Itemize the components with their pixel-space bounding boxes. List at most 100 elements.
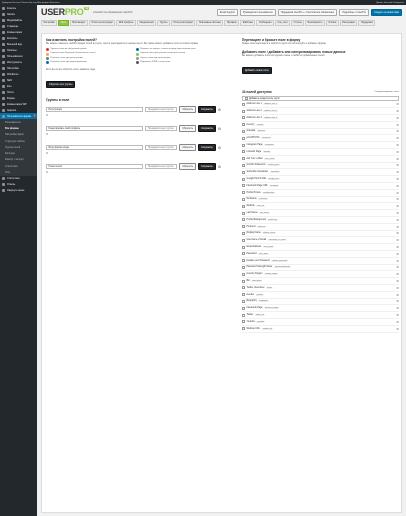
field-item[interactable]: Twitter Username twitter ⚙ <box>242 285 399 292</box>
gear-icon[interactable]: ⚙ <box>396 170 399 174</box>
tab-3[interactable]: Поля в регистрации <box>88 20 116 26</box>
gear-icon[interactable]: ⚙ <box>396 293 399 297</box>
tab-17[interactable]: Поддержка <box>358 20 376 26</box>
sync-fields-link[interactable]: Синхронизировать поля <box>375 91 400 93</box>
field-checkbox[interactable] <box>242 143 245 147</box>
header-button-3[interactable]: Подробнее о UserPro <box>339 8 369 16</box>
field-checkbox[interactable] <box>242 170 245 174</box>
gear-icon[interactable]: ⚙ <box>396 272 399 276</box>
reset-group-button[interactable]: Сбросить <box>179 144 196 152</box>
tab-1[interactable]: Поля <box>58 20 69 26</box>
tab-9[interactable]: Профиль <box>224 20 240 26</box>
tab-12[interactable]: Соц. сети <box>274 20 291 26</box>
field-item[interactable]: Instagram Page instagram ⚙ <box>242 142 399 149</box>
field-item[interactable]: reCAPTCHA recaptcha ⚙ <box>242 135 399 143</box>
field-checkbox[interactable] <box>242 102 245 106</box>
gear-icon[interactable]: ⚙ <box>396 252 399 256</box>
gear-icon[interactable]: ⚙ <box>396 102 399 106</box>
field-checkbox[interactable] <box>242 265 245 269</box>
field-item[interactable]: Last Name last_name ⚙ <box>242 210 399 217</box>
tab-10[interactable]: Шаблоны <box>240 20 256 26</box>
gear-icon[interactable]: ⚙ <box>396 218 399 222</box>
separator-checkbox[interactable] <box>244 97 248 101</box>
gear-icon[interactable]: ⚙ <box>396 265 399 269</box>
field-checkbox[interactable] <box>242 313 245 317</box>
gear-icon[interactable]: ⚙ <box>218 108 221 112</box>
group-name-input[interactable]: Показ полей <box>46 164 144 170</box>
tab-2[interactable]: Мой аккаунт <box>69 20 88 26</box>
gear-icon[interactable]: ⚙ <box>396 306 399 310</box>
field-checkbox[interactable] <box>242 293 245 297</box>
gear-icon[interactable]: ⚙ <box>396 109 399 113</box>
field-item[interactable]: Gender gender ⚙ <box>242 292 399 299</box>
gear-icon[interactable]: ⚙ <box>396 313 399 317</box>
reset-groups-button[interactable]: Сбросить все группы <box>46 81 76 89</box>
gear-icon[interactable]: ⚙ <box>396 143 399 147</box>
tab-16[interactable]: Интеграции <box>339 20 358 26</box>
field-item[interactable]: Youtube youtube ⚙ <box>242 319 399 326</box>
field-item[interactable]: Gravatar gravatar ⚙ <box>242 129 399 136</box>
field-checkbox[interactable] <box>242 306 245 310</box>
header-button-4[interactable]: Следить за новостями <box>370 8 402 16</box>
gear-icon[interactable]: ⚙ <box>396 123 399 127</box>
header-button-0[interactable]: Email Support <box>216 8 238 16</box>
gear-icon[interactable]: ⚙ <box>396 211 399 215</box>
field-checkbox[interactable] <box>242 129 245 133</box>
header-button-2[interactable]: Поддержка UserPro + 1 бесплатное обновле… <box>277 8 338 16</box>
header-button-1[interactable]: Руководство пользователя <box>239 8 276 16</box>
field-item[interactable]: Country country ⚙ <box>242 122 399 129</box>
field-item[interactable]: Google Plus Profile google_plus ⚙ <box>242 176 399 183</box>
field-item[interactable]: Email Address user_email ⚙ <box>242 244 399 251</box>
field-checkbox[interactable] <box>242 327 245 331</box>
field-checkbox[interactable] <box>242 299 245 303</box>
save-group-button[interactable]: Сохранить <box>197 144 216 152</box>
field-item[interactable]: Address Line 1 address_line_1 ⚙ <box>242 101 399 109</box>
gear-icon[interactable]: ⚙ <box>396 225 399 229</box>
group-prefix-input[interactable]: Предварительно группы <box>145 145 178 151</box>
save-group-button[interactable]: Сохранить <box>197 125 216 133</box>
gear-icon[interactable]: ⚙ <box>396 245 399 249</box>
reset-group-button[interactable]: Сбросить <box>179 163 196 171</box>
field-checkbox[interactable] <box>242 252 245 256</box>
field-checkbox[interactable] <box>242 286 245 290</box>
gear-icon[interactable]: ⚙ <box>396 259 399 263</box>
tab-4[interactable]: Мой профиль <box>116 20 136 26</box>
field-item[interactable]: Ask Your e-Mail user_email ⚙ <box>242 156 399 163</box>
group-prefix-input[interactable]: Предварительно группы <box>145 164 178 170</box>
reset-group-button[interactable]: Сбросить <box>179 125 196 133</box>
sidebar-bottom-1[interactable]: Свернуть меню <box>0 188 37 194</box>
field-item[interactable]: Pinterest pinterest ⚙ <box>242 224 399 231</box>
gear-icon[interactable]: ⚙ <box>396 279 399 283</box>
save-group-button[interactable]: Сохранить <box>197 106 216 114</box>
tab-15[interactable]: Оплата <box>325 20 339 26</box>
field-item[interactable]: Nickname nickname ⚙ <box>242 197 399 204</box>
field-item[interactable]: Password user_pass ⚙ <box>242 251 399 258</box>
field-checkbox[interactable] <box>242 177 245 181</box>
tab-6[interactable]: Группы <box>157 20 170 26</box>
group-prefix-input[interactable]: Предварительно группы <box>145 126 178 132</box>
tab-14[interactable]: Безопасность <box>305 20 325 26</box>
field-checkbox[interactable] <box>242 109 245 113</box>
field-item[interactable]: Twitter twitter_url ⚙ <box>242 312 399 319</box>
field-checkbox[interactable] <box>242 211 245 215</box>
gear-icon[interactable]: ⚙ <box>396 204 399 208</box>
field-checkbox[interactable] <box>242 150 245 154</box>
group-name-input[interactable]: Вход формы входа <box>46 145 144 151</box>
field-checkbox[interactable] <box>242 204 245 208</box>
group-name-input[interactable]: Регистрация <box>46 107 144 113</box>
gear-icon[interactable]: ⚙ <box>396 320 399 324</box>
tab-11[interactable]: Сообщения <box>256 20 274 26</box>
field-item[interactable]: Subscribe Newsletter newsletter ⚙ <box>242 169 399 177</box>
field-checkbox[interactable] <box>242 197 245 201</box>
gear-icon[interactable]: ⚙ <box>396 157 399 161</box>
field-checkbox[interactable] <box>242 238 245 242</box>
gear-icon[interactable]: ⚙ <box>218 146 221 150</box>
field-item[interactable]: Facebook Page URL facebook ⚙ <box>242 183 399 190</box>
field-checkbox[interactable] <box>242 225 245 229</box>
admin-bar-user[interactable]: Привет, Евгений Сибиряков <box>376 2 404 4</box>
field-checkbox[interactable] <box>242 218 245 222</box>
field-checkbox[interactable] <box>242 157 245 161</box>
gear-icon[interactable]: ⚙ <box>396 163 399 167</box>
field-checkbox[interactable] <box>242 279 245 283</box>
field-item[interactable]: Update your Password update_password ⚙ <box>242 258 399 265</box>
